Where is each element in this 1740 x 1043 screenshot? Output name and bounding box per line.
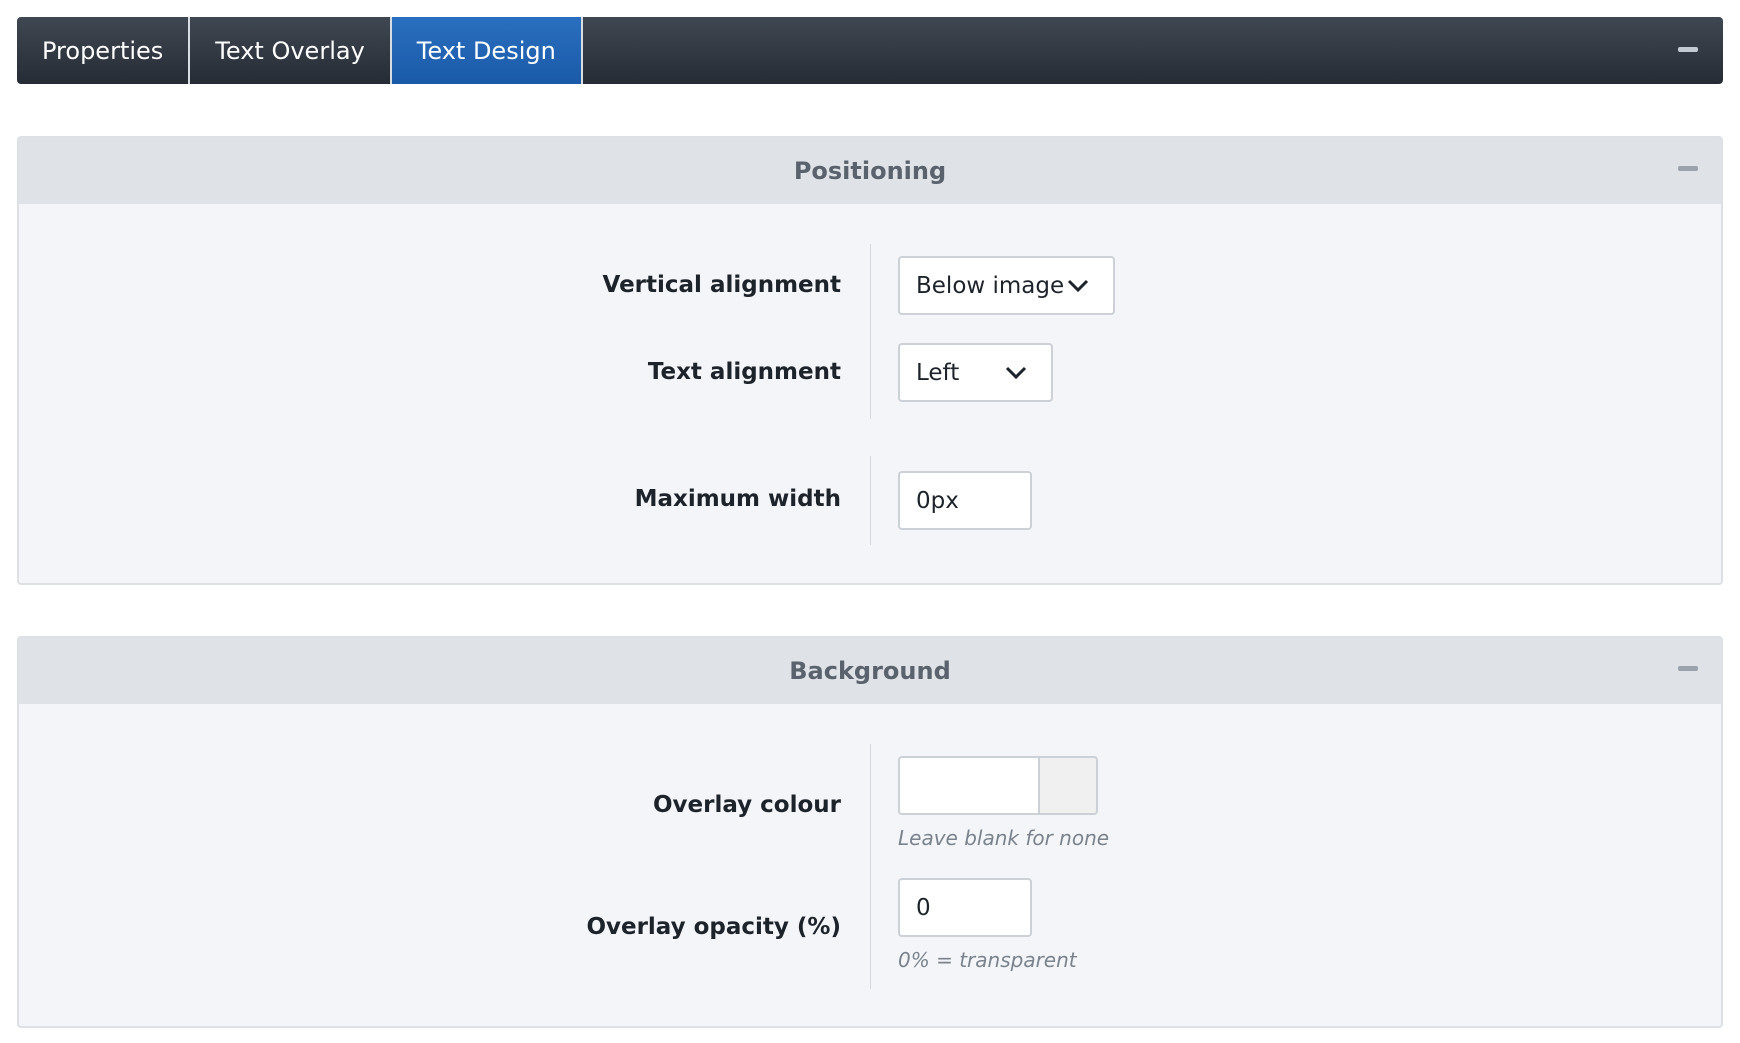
positioning-title: Positioning [793,157,947,185]
minus-icon[interactable] [1678,166,1698,171]
divider [870,244,871,419]
positioning-panel-header[interactable]: Positioning [19,138,1721,204]
overlay-opacity-hint: 0% = transparent [898,948,1077,972]
divider [870,456,871,545]
overlay-colour-label: Overlay colour [652,792,841,818]
positioning-panel: Positioning Vertical alignment Below ima… [17,136,1723,585]
overlay-opacity-input[interactable] [898,878,1032,937]
overlay-colour-hint: Leave blank for none [898,826,1110,850]
colour-swatch[interactable] [1038,756,1098,815]
background-panel-header[interactable]: Background [19,638,1721,704]
vertical-alignment-select[interactable]: Below image [898,256,1115,315]
chevron-down-icon [1067,279,1089,293]
vertical-alignment-label: Vertical alignment [602,272,841,298]
tab-text-design[interactable]: Text Design [391,17,583,84]
maximum-width-input[interactable] [898,471,1032,530]
text-alignment-label: Text alignment [647,359,841,385]
text-alignment-value: Left [916,359,960,386]
minus-icon[interactable] [1678,666,1698,671]
minus-icon[interactable] [1678,47,1698,52]
chevron-down-icon [1005,366,1027,380]
divider [870,744,871,989]
background-title: Background [789,657,951,685]
maximum-width-label: Maximum width [634,486,841,512]
tab-properties[interactable]: Properties [17,17,191,84]
text-alignment-select[interactable]: Left [898,343,1053,402]
background-panel: Background Overlay colour Leave blank fo… [17,636,1723,1028]
tab-text-overlay[interactable]: Text Overlay [190,17,392,84]
overlay-opacity-label: Overlay opacity (%) [586,914,841,940]
vertical-alignment-value: Below image [916,272,1065,299]
editor-page: Properties Text Overlay Text Design Posi… [0,0,1740,1043]
tab-bar: Properties Text Overlay Text Design [17,17,1723,84]
overlay-colour-input[interactable] [898,756,1040,815]
